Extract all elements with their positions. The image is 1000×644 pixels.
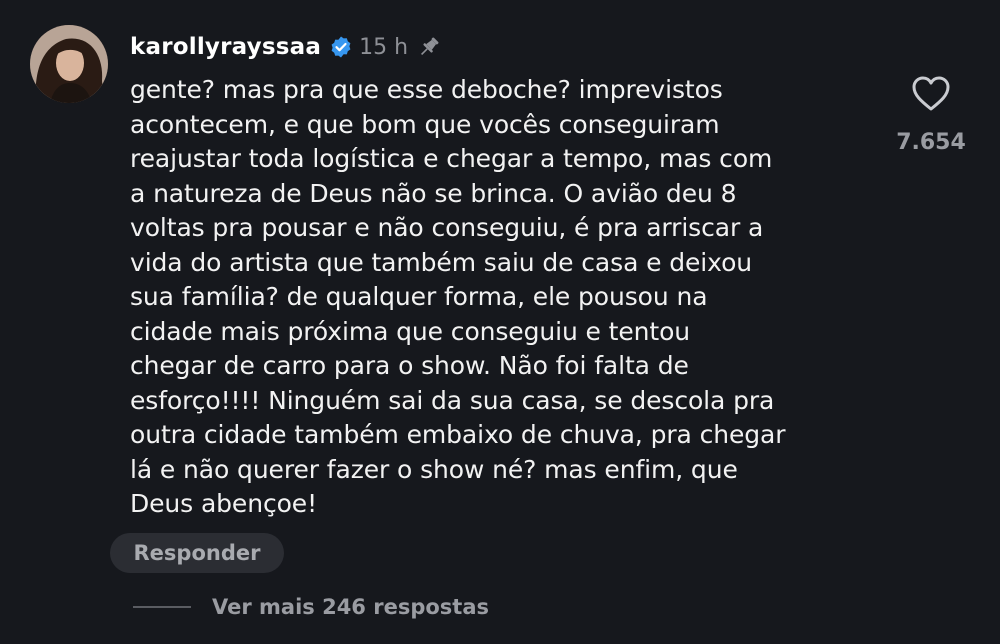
comment-text: gente? mas pra que esse deboche? imprevi… xyxy=(130,75,786,518)
avatar-image xyxy=(30,25,108,103)
view-more-replies[interactable]: Ver mais 246 respostas xyxy=(133,592,489,622)
view-more-replies-label: Ver mais 246 respostas xyxy=(212,595,489,619)
verified-badge-icon xyxy=(329,35,353,59)
comment-header: karollyrayssaa 15 h xyxy=(130,30,442,64)
heart-icon[interactable] xyxy=(909,72,953,116)
avatar[interactable] xyxy=(30,25,108,103)
replies-divider xyxy=(133,606,191,608)
username[interactable]: karollyrayssaa xyxy=(130,34,321,60)
pin-icon xyxy=(416,34,442,60)
comment-card: karollyrayssaa 15 h gente? mas pra que e… xyxy=(0,0,1000,644)
like-count: 7.654 xyxy=(896,130,966,155)
like-area: 7.654 xyxy=(895,72,967,155)
comment-time: 15 h xyxy=(359,34,409,60)
reply-button[interactable]: Responder xyxy=(110,533,284,573)
